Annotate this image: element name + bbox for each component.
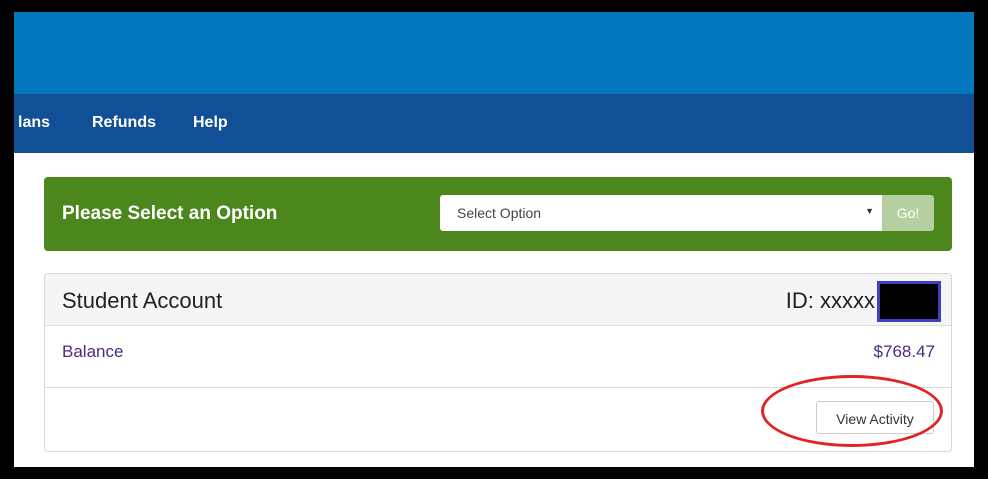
nav-item-help[interactable]: Help	[193, 114, 228, 132]
page-frame: lans Refunds Help Please Select an Optio…	[14, 12, 974, 467]
divider	[45, 387, 951, 388]
nav-item-plans[interactable]: lans	[18, 114, 50, 132]
go-button[interactable]: Go!	[882, 195, 934, 231]
account-id: ID: xxxxx	[785, 288, 875, 313]
balance-value: $768.47	[873, 342, 935, 361]
option-select-value: Select Option	[457, 205, 542, 221]
account-title: Student Account	[62, 288, 223, 313]
balance-label: Balance	[62, 342, 124, 361]
student-account-panel: Student Account ID: xxxxx Balance $768.4…	[44, 273, 952, 452]
nav-item-refunds[interactable]: Refunds	[92, 114, 156, 132]
top-banner	[14, 12, 974, 94]
redaction-box	[877, 281, 941, 322]
option-panel: Please Select an Option Select Option ▼ …	[44, 177, 952, 251]
nav-bar: lans Refunds Help	[14, 94, 974, 153]
option-panel-title: Please Select an Option	[62, 203, 278, 224]
view-activity-button[interactable]: View Activity	[816, 401, 934, 434]
option-select[interactable]: Select Option ▼	[440, 195, 882, 231]
caret-down-icon: ▼	[865, 206, 874, 216]
account-header: Student Account ID: xxxxx	[45, 274, 951, 326]
